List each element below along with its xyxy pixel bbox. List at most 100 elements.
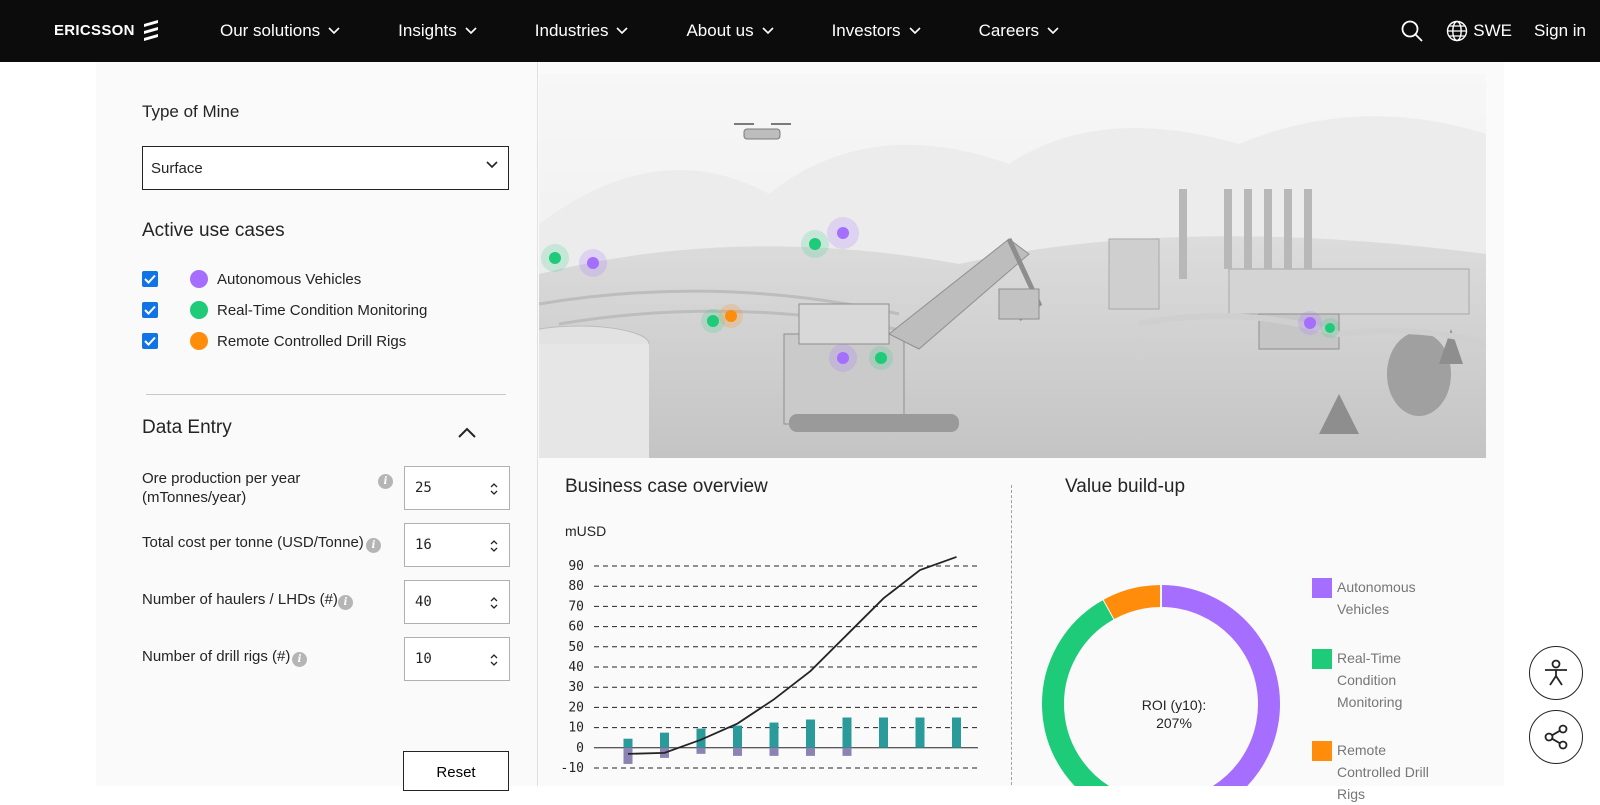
chevron-down-icon xyxy=(465,27,477,35)
nav-label: About us xyxy=(686,21,754,40)
stepper-icon[interactable] xyxy=(489,481,499,497)
y-tick-label: 80 xyxy=(568,579,584,594)
y-tick-label: 40 xyxy=(568,660,584,675)
use-case-checkbox[interactable] xyxy=(142,271,158,287)
business-case-chart: 90 80 70 60 50 40 30 20 10 0 -10 xyxy=(561,556,978,776)
accessibility-button[interactable] xyxy=(1529,646,1583,700)
nav-careers[interactable]: Careers xyxy=(979,21,1059,41)
reset-button[interactable]: Reset xyxy=(403,751,509,791)
legend-swatch xyxy=(1312,741,1332,761)
y-tick-label: 0 xyxy=(576,741,584,756)
stepper-icon[interactable] xyxy=(489,595,499,611)
benefit-bar xyxy=(842,717,852,748)
ericsson-mark-icon xyxy=(143,20,158,41)
cost-per-tonne-label: Total cost per tonne (USD/Tonne) xyxy=(142,534,364,551)
info-icon[interactable]: i xyxy=(366,538,381,553)
stepper-icon[interactable] xyxy=(489,652,499,668)
value-buildup-title: Value build-up xyxy=(1065,476,1186,497)
haulers-input[interactable]: 40 xyxy=(404,580,510,624)
chart-separator xyxy=(1011,485,1012,785)
nav-investors[interactable]: Investors xyxy=(832,21,921,41)
share-icon xyxy=(1544,724,1568,750)
use-case-dot xyxy=(190,301,208,319)
y-tick-label: 70 xyxy=(568,599,584,614)
language-switcher[interactable]: SWE xyxy=(1446,20,1512,42)
legend-label: Autonomous Vehicles xyxy=(1337,579,1416,617)
legend-condition-monitoring: Real-Time Condition Monitoring xyxy=(1312,647,1447,713)
nav-insights[interactable]: Insights xyxy=(398,21,477,41)
legend-swatch xyxy=(1312,578,1332,598)
input-panel: Type of Mine Surface Active use cases Au… xyxy=(96,62,538,791)
legend-swatch xyxy=(1312,649,1332,669)
nav-industries[interactable]: Industries xyxy=(535,21,629,41)
drill-rigs-label: Number of drill rigs (#) xyxy=(142,648,291,665)
use-case-checkbox[interactable] xyxy=(142,333,158,349)
benefit-bar xyxy=(623,738,633,748)
ore-production-value: 25 xyxy=(415,480,432,496)
search-icon[interactable] xyxy=(1400,19,1424,43)
nav-our-solutions[interactable]: Our solutions xyxy=(220,21,340,41)
sign-in-link[interactable]: Sign in xyxy=(1534,21,1586,41)
business-case-title: Business case overview xyxy=(565,476,768,497)
legend-label: Real-Time Condition Monitoring xyxy=(1337,650,1403,710)
section-divider xyxy=(146,394,506,395)
mine-type-select[interactable]: Surface xyxy=(142,146,509,190)
roi-value: 207% xyxy=(1156,715,1192,731)
cost-bar xyxy=(623,747,633,764)
business-case-unit: mUSD xyxy=(565,523,607,539)
share-button[interactable] xyxy=(1529,710,1583,764)
benefit-bar xyxy=(769,722,779,748)
drill-rigs-input[interactable]: 10 xyxy=(404,637,510,681)
y-tick-label: 90 xyxy=(568,559,584,574)
info-icon[interactable]: i xyxy=(292,652,307,667)
cost-bar xyxy=(696,747,706,754)
use-case-checkbox[interactable] xyxy=(142,302,158,318)
benefit-bar xyxy=(733,725,742,748)
cost-bar xyxy=(842,747,852,756)
main-menu: Our solutions Insights Industries About … xyxy=(220,0,1117,62)
drill-rigs-value: 10 xyxy=(415,651,432,667)
info-icon[interactable]: i xyxy=(338,595,353,610)
benefit-bar xyxy=(952,717,961,748)
mining-calculator-card: Type of Mine Surface Active use cases Au… xyxy=(96,62,1504,802)
y-tick-label: 50 xyxy=(568,640,584,655)
ericsson-logo[interactable]: ERICSSON xyxy=(54,19,160,41)
cost-bar xyxy=(733,747,742,756)
chevron-down-icon xyxy=(616,27,629,35)
use-case-autonomous-vehicles: Autonomous Vehicles xyxy=(142,268,361,290)
nav-label: Careers xyxy=(978,21,1040,40)
header-actions: SWE Sign in xyxy=(1400,0,1586,62)
ore-production-input[interactable]: 25 xyxy=(404,466,510,510)
chevron-down-icon xyxy=(762,27,774,35)
donut-slice xyxy=(1160,585,1280,786)
cost-bar xyxy=(769,747,779,756)
y-tick-label: 20 xyxy=(568,700,584,715)
nav-about-us[interactable]: About us xyxy=(686,21,774,41)
haulers-label: Number of haulers / LHDs (#) xyxy=(142,591,338,608)
data-entry-title: Data Entry xyxy=(142,417,232,438)
use-case-dot xyxy=(190,332,208,350)
nav-label: Insights xyxy=(398,21,457,40)
mine-type-value: Surface xyxy=(151,159,203,177)
cost-bar xyxy=(806,747,815,756)
haulers-value: 40 xyxy=(415,594,432,610)
roi-label: ROI (y10): xyxy=(1141,697,1207,713)
chevron-up-icon[interactable] xyxy=(456,422,478,444)
cost-per-tonne-input[interactable]: 16 xyxy=(404,523,510,567)
mine-type-label: Type of Mine xyxy=(142,102,240,121)
benefit-bar xyxy=(879,717,888,748)
y-tick-label: 60 xyxy=(568,620,584,635)
chevron-down-icon xyxy=(486,161,498,169)
legend-drill-rigs: Remote Controlled Drill Rigs xyxy=(1312,739,1447,805)
legend-autonomous-vehicles: Autonomous Vehicles xyxy=(1312,576,1447,620)
nav-label: Investors xyxy=(831,21,901,40)
stepper-icon[interactable] xyxy=(489,538,499,554)
use-case-label: Remote Controlled Drill Rigs xyxy=(217,332,407,350)
y-tick-label: -10 xyxy=(561,761,584,776)
checkmark-icon xyxy=(144,305,156,315)
checkmark-icon xyxy=(144,274,156,284)
roi-summary: ROI (y10): 207% xyxy=(1099,696,1249,732)
info-icon[interactable]: i xyxy=(378,474,393,489)
use-case-drill-rigs: Remote Controlled Drill Rigs xyxy=(142,330,406,352)
benefit-bar xyxy=(915,717,925,748)
